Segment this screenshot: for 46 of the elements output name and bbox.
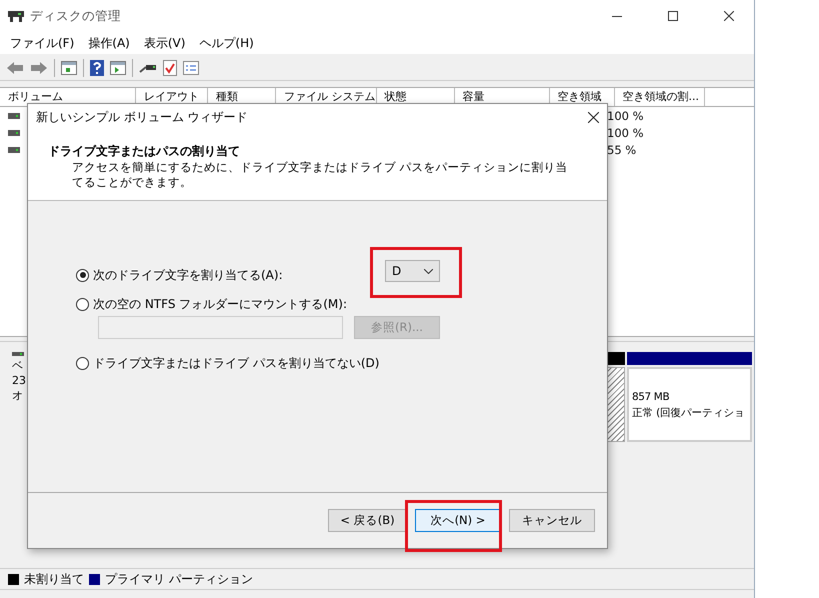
drive-icon [8,130,20,136]
panel-icon[interactable] [61,61,77,75]
table-cell: 100 % [607,109,644,123]
checked-document-icon[interactable] [163,60,177,76]
menu-item[interactable]: 表示(V) [144,34,186,52]
dialog-button[interactable]: < 戻る(B) [328,509,407,532]
caret-icon [424,268,433,274]
table-cell: 55 % [607,143,636,157]
maximize-icon [668,11,678,21]
table-cell: 100 % [607,126,644,140]
column-header[interactable]: 空き領域の割... [614,88,704,106]
close-icon [724,11,734,21]
panel-icon[interactable] [110,61,126,75]
partition-status: 正常 (回復パーティショ [632,406,746,420]
drive-icon [8,113,20,119]
back-arrow-icon[interactable] [6,61,24,75]
step-description: アクセスを簡単にするために、ドライブ文字またはドライブ パスをパーティションに割り当てることができます。 [72,160,569,190]
radio-button[interactable] [76,268,89,282]
disk-label: 23 [12,373,26,388]
radio-button[interactable] [76,298,89,310]
window-title: ディスクの管理 [30,8,122,24]
legend-label: 未割り当て [24,570,84,588]
radio-button[interactable] [76,356,89,370]
disk-label: オ [12,388,24,403]
connect-icon[interactable] [139,62,157,74]
disk-label: ベ [12,358,24,373]
drive-letter-dropdown[interactable]: D [385,260,440,282]
option-label[interactable]: 次の空の NTFS フォルダーにマウントする(M): [93,296,348,312]
disk-management-icon [8,9,24,23]
help-icon[interactable] [90,60,104,76]
close-icon[interactable] [588,112,599,123]
option-label[interactable]: 次のドライブ文字を割り当てる(A): [93,266,283,284]
legend-label: プライマリ パーティション [105,570,253,588]
dialog-button[interactable]: キャンセル [509,509,595,532]
menu-item[interactable]: 操作(A) [88,34,130,52]
step-heading: ドライブ文字またはパスの割り当て [48,143,241,160]
dialog-button[interactable]: 次へ(N) > [415,509,501,532]
drive-icon [8,147,20,153]
partition-box[interactable]: 857 MB 正常 (回復パーティショ [627,367,752,442]
checklist-icon[interactable] [183,61,199,75]
menu-item[interactable]: ファイル(F) [10,34,74,52]
dialog-title: 新しいシンプル ボリューム ウィザード [36,109,248,126]
option-label[interactable]: ドライブ文字またはドライブ パスを割り当てない(D) [93,354,380,372]
forward-arrow-icon[interactable] [30,61,48,75]
menu-item[interactable]: ヘルプ(H) [199,34,254,52]
partition-size: 857 MB [632,390,670,404]
